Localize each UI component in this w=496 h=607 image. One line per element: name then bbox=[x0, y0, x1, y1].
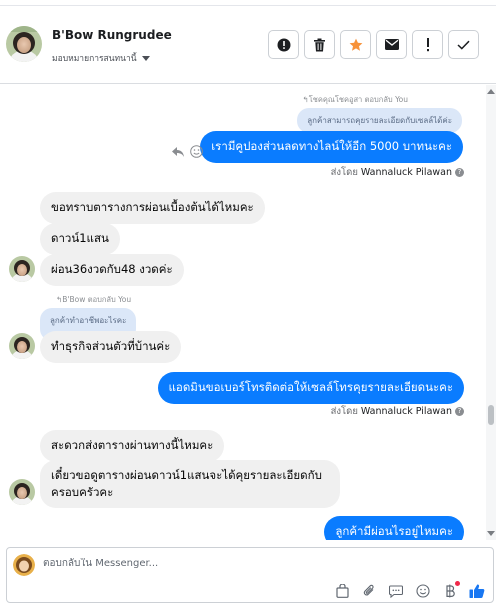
sent-by-line: ส่งโดย Wannaluck Pilawan ? bbox=[331, 404, 464, 419]
outgoing-message[interactable]: แอดมินขอเบอร์โทรติดต่อให้เซลล์โทรคุยรายล… bbox=[157, 372, 464, 404]
reply-input[interactable] bbox=[43, 558, 343, 569]
outgoing-message[interactable]: ลูกค้ามีผ่อนไรอยู่ไหมคะ bbox=[324, 516, 464, 540]
bag-icon[interactable] bbox=[334, 583, 350, 599]
incoming-message[interactable]: เดี๋ยวขอดูตารางผ่อนดาวน์1แสนจะได้คุยรายล… bbox=[40, 460, 340, 508]
avatar[interactable] bbox=[9, 256, 35, 282]
sent-by-label: ส่งโดย bbox=[330, 167, 358, 178]
assign-label: มอบหมายการสนทนานี้ bbox=[52, 54, 137, 64]
incoming-message[interactable]: ขอทราบตารางการผ่อนเบื้องต้นได้ไหมคะ bbox=[40, 192, 265, 224]
reply-arrow-icon[interactable] bbox=[171, 143, 185, 162]
mark-unread-button[interactable] bbox=[376, 30, 407, 59]
avatar[interactable] bbox=[6, 26, 42, 62]
incoming-message[interactable]: ทำธุรกิจส่วนตัวที่บ้านค่ะ bbox=[40, 331, 182, 363]
envelope-icon bbox=[384, 39, 399, 50]
avatar[interactable] bbox=[9, 479, 35, 505]
contact-name[interactable]: B'Bow Rungrudee bbox=[52, 28, 172, 42]
conversation-header: B'Bow Rungrudee มอบหมายการสนทนานี้ bbox=[0, 6, 496, 84]
scrollbar-thumb[interactable] bbox=[488, 405, 494, 425]
smiley-icon[interactable] bbox=[190, 143, 203, 162]
chevron-down-icon bbox=[141, 55, 150, 61]
scroll-down-arrow-icon[interactable] bbox=[487, 531, 495, 536]
composer-toolbar bbox=[334, 581, 485, 599]
mark-spam-button[interactable] bbox=[268, 30, 299, 59]
incoming-message[interactable]: สะดวกส่งตารางผ่านทางนี้ไหมคะ bbox=[40, 430, 225, 462]
chat-icon[interactable] bbox=[388, 583, 404, 599]
info-icon[interactable]: ? bbox=[455, 407, 464, 416]
avatar[interactable] bbox=[9, 333, 35, 359]
page-avatar bbox=[13, 554, 35, 576]
incoming-message[interactable]: ผ่อน36งวดกับ48 งวดค่ะ bbox=[40, 254, 184, 286]
outgoing-message[interactable]: เรามีคูปองส่วนลดทางไลน์ให้อีก 5000 บาทนะ… bbox=[200, 131, 463, 163]
star-button[interactable] bbox=[340, 30, 371, 59]
emoji-icon[interactable] bbox=[415, 583, 431, 599]
alert-circle-icon bbox=[277, 38, 290, 51]
message-thread[interactable]: ↰โชคคุณโชคอูสา ตอบกลับ You ลูกค้าสามารถค… bbox=[0, 85, 486, 540]
message-composer bbox=[6, 547, 494, 603]
reply-note: ↰B'Bow ตอบกลับ You bbox=[56, 295, 132, 304]
sent-by-name: Wannaluck Pilawan bbox=[360, 167, 452, 178]
notification-dot bbox=[455, 581, 460, 586]
scroll-up-arrow-icon[interactable] bbox=[487, 89, 495, 94]
mark-done-button[interactable] bbox=[448, 30, 479, 59]
trash-icon bbox=[314, 38, 325, 51]
baht-icon[interactable] bbox=[442, 581, 460, 599]
sent-by-label: ส่งโดย bbox=[330, 406, 358, 417]
info-icon[interactable]: ? bbox=[455, 168, 464, 177]
delete-button[interactable] bbox=[304, 30, 335, 59]
checkmark-icon bbox=[457, 40, 470, 50]
sent-by-name: Wannaluck Pilawan bbox=[360, 406, 452, 417]
header-actions bbox=[268, 30, 479, 59]
sent-by-line: ส่งโดย Wannaluck Pilawan ? bbox=[331, 165, 464, 180]
incoming-message[interactable]: ดาวน์1แสน bbox=[40, 223, 120, 255]
quoted-message[interactable]: ลูกค้าสามารถคุยรายละเอียดกับเซลล์ได้ค่ะ bbox=[297, 108, 462, 133]
follow-up-button[interactable] bbox=[412, 30, 443, 59]
reply-note: ↰โชคคุณโชคอูสา ตอบกลับ You bbox=[302, 95, 408, 104]
exclamation-icon bbox=[426, 37, 429, 51]
assign-conversation-dropdown[interactable]: มอบหมายการสนทนานี้ bbox=[52, 51, 150, 65]
thumbs-up-icon[interactable] bbox=[469, 583, 485, 599]
scrollbar[interactable] bbox=[486, 85, 496, 540]
star-icon bbox=[349, 38, 362, 51]
paperclip-icon[interactable] bbox=[361, 583, 377, 599]
